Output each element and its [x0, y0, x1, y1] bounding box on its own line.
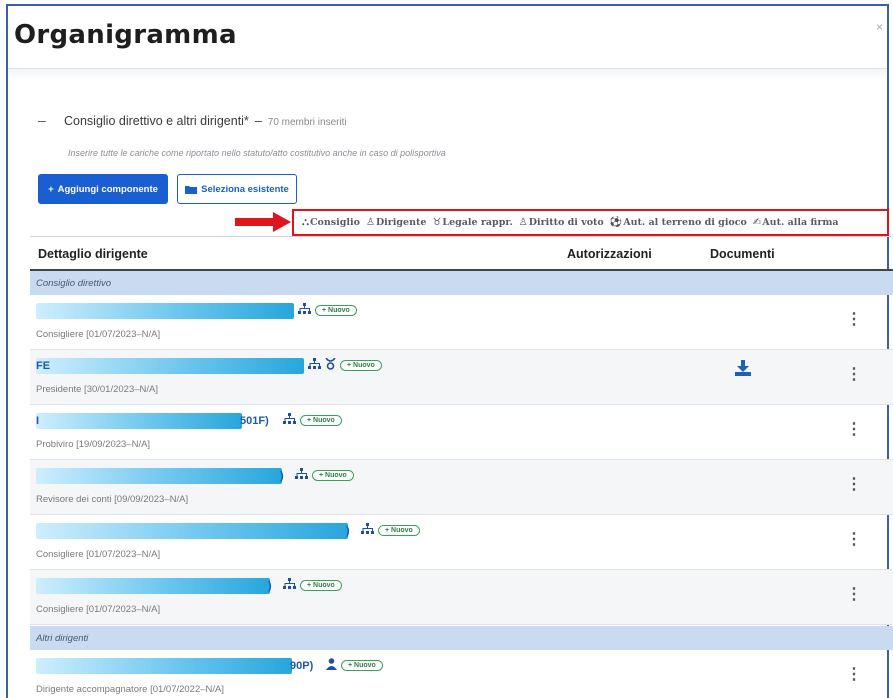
- add-member-button[interactable]: + Aggiungi componente: [38, 174, 168, 204]
- legal-icon: ♉: [432, 217, 442, 228]
- legend-dirigente: ♙ Dirigente: [365, 217, 427, 228]
- role-icons: + Nuovo: [295, 468, 354, 483]
- name-prefix: FE: [36, 360, 51, 372]
- kebab-menu-icon[interactable]: ⋮: [846, 419, 862, 439]
- legend-terreno: ⚽ Aut. al terreno di gioco: [609, 217, 747, 228]
- select-existing-label: Seleziona esistente: [201, 183, 289, 195]
- sitemap-icon: [361, 523, 374, 538]
- table-row: + Nuovo Consigliere [01/07/2023–N/A] ⋮: [30, 295, 893, 350]
- role-icons: + Nuovo: [308, 357, 382, 373]
- legal-icon: [325, 357, 336, 373]
- kebab-menu-icon[interactable]: ⋮: [846, 309, 862, 329]
- sitemap-icon: [308, 358, 321, 373]
- role-period: Presidente [30/01/2023–N/A]: [36, 384, 159, 395]
- section-separator: –: [254, 114, 262, 128]
- role-period: Dirigente accompagnatore [01/07/2022–N/A…: [36, 684, 225, 695]
- kebab-menu-icon[interactable]: ⋮: [846, 364, 862, 384]
- close-icon[interactable]: ×: [876, 20, 883, 34]
- role-period: Revisore dei conti [09/09/2023–N/A]: [36, 494, 189, 505]
- user-tie-icon: ♙: [365, 217, 375, 228]
- section-title: Consiglio direttivo e altri dirigenti*: [64, 114, 249, 128]
- role-period: Consigliere [01/07/2023–N/A]: [36, 549, 161, 560]
- table-row: 90P) + Nuovo Dirigente accompagnatore [01/…: [30, 650, 893, 698]
- group-board: Consiglio direttivo: [30, 271, 893, 295]
- kebab-menu-icon[interactable]: ⋮: [846, 529, 862, 549]
- kebab-menu-icon[interactable]: ⋮: [846, 664, 862, 684]
- add-member-label: Aggiungi componente: [57, 183, 158, 195]
- table-header: Dettaglio dirigente Autorizzazioni Docum…: [30, 236, 893, 271]
- name-suffix: 90P): [290, 660, 314, 672]
- name-suffix: ): [346, 525, 350, 537]
- redacted-name[interactable]: [36, 523, 348, 539]
- redacted-name[interactable]: [36, 578, 270, 594]
- sitemap-icon: [298, 303, 311, 318]
- sitemap-icon: [283, 578, 296, 593]
- role-icons: + Nuovo: [361, 523, 420, 538]
- sitemap-icon: [295, 468, 308, 483]
- col-authorizations: Autorizzazioni: [567, 247, 652, 261]
- red-arrow-icon: [235, 212, 291, 232]
- table-row: ) + Nuovo Consigliere [01/07/2023–N/A] ⋮: [30, 570, 893, 625]
- role-icons: + Nuovo: [283, 578, 342, 593]
- section-header[interactable]: – Consiglio direttivo e altri dirigenti*…: [38, 112, 347, 128]
- folder-icon: [185, 185, 198, 194]
- signature-icon: ✍: [752, 217, 762, 228]
- redacted-name[interactable]: [36, 658, 292, 674]
- section-hint: Inserire tutte le cariche come riportato…: [68, 148, 446, 158]
- name-prefix: I: [36, 415, 40, 427]
- table-row: FE + Nuovo Presidente [30/01/2023–N/A] ⋮: [30, 350, 893, 405]
- icon-legend: ⛬ Consiglio ♙ Dirigente ♉ Legale rappr. ♙ Di…: [292, 209, 889, 236]
- collapse-icon[interactable]: –: [38, 112, 58, 128]
- select-existing-button[interactable]: Seleziona esistente: [177, 174, 297, 204]
- redacted-name[interactable]: [36, 303, 294, 319]
- kebab-menu-icon[interactable]: ⋮: [846, 474, 862, 494]
- new-authorization-button[interactable]: + Nuovo: [315, 305, 357, 316]
- football-icon: ⚽: [609, 217, 623, 228]
- legend-consiglio: ⛬ Consiglio: [302, 217, 360, 228]
- col-detail: Dettaglio dirigente: [38, 247, 148, 261]
- download-icon[interactable]: [735, 360, 751, 381]
- new-authorization-button[interactable]: + Nuovo: [340, 360, 382, 371]
- table-row: ) + Nuovo Revisore dei conti [09/09/2023–N…: [30, 460, 893, 515]
- role-period: Consigliere [01/07/2023–N/A]: [36, 604, 161, 615]
- name-suffix: ): [268, 580, 272, 592]
- new-authorization-button[interactable]: + Nuovo: [300, 415, 342, 426]
- redacted-name[interactable]: [36, 468, 282, 484]
- page-title: Organigramma: [14, 20, 237, 50]
- legend-firma: ✍ Aut. alla firma: [752, 217, 839, 228]
- role-icons: + Nuovo: [326, 658, 383, 673]
- sitemap-icon: [283, 413, 296, 428]
- redacted-name[interactable]: [36, 413, 242, 429]
- role-period: Probiviro [19/09/2023–N/A]: [36, 439, 151, 450]
- table-row: ) + Nuovo Consigliere [01/07/2023–N/A] ⋮: [30, 515, 893, 570]
- sitemap-icon: ⛬: [302, 217, 309, 228]
- new-authorization-button[interactable]: + Nuovo: [341, 660, 383, 671]
- group-others: Altri dirigenti: [30, 626, 893, 650]
- role-icons: + Nuovo: [283, 413, 342, 428]
- role-icons: + Nuovo: [298, 303, 357, 318]
- name-suffix: 501F): [240, 415, 269, 427]
- table-row: I 501F) + Nuovo Probiviro [19/09/2023–N/A] ⋮: [30, 405, 893, 460]
- redacted-name[interactable]: [36, 358, 304, 374]
- legend-legale: ♉ Legale rappr.: [432, 217, 513, 228]
- header-divider: [8, 68, 887, 80]
- kebab-menu-icon[interactable]: ⋮: [846, 584, 862, 604]
- legend-voto: ♙ Diritto di voto: [518, 217, 604, 228]
- name-suffix: ): [280, 470, 284, 482]
- role-period: Consigliere [01/07/2023–N/A]: [36, 329, 161, 340]
- new-authorization-button[interactable]: + Nuovo: [300, 580, 342, 591]
- new-authorization-button[interactable]: + Nuovo: [378, 525, 420, 536]
- col-documents: Documenti: [710, 247, 775, 261]
- new-authorization-button[interactable]: + Nuovo: [312, 470, 354, 481]
- member-count: 70 membri inseriti: [267, 117, 347, 128]
- users-icon: ♙: [518, 217, 528, 228]
- user-tie-icon: [326, 658, 337, 673]
- plus-icon: +: [48, 183, 54, 195]
